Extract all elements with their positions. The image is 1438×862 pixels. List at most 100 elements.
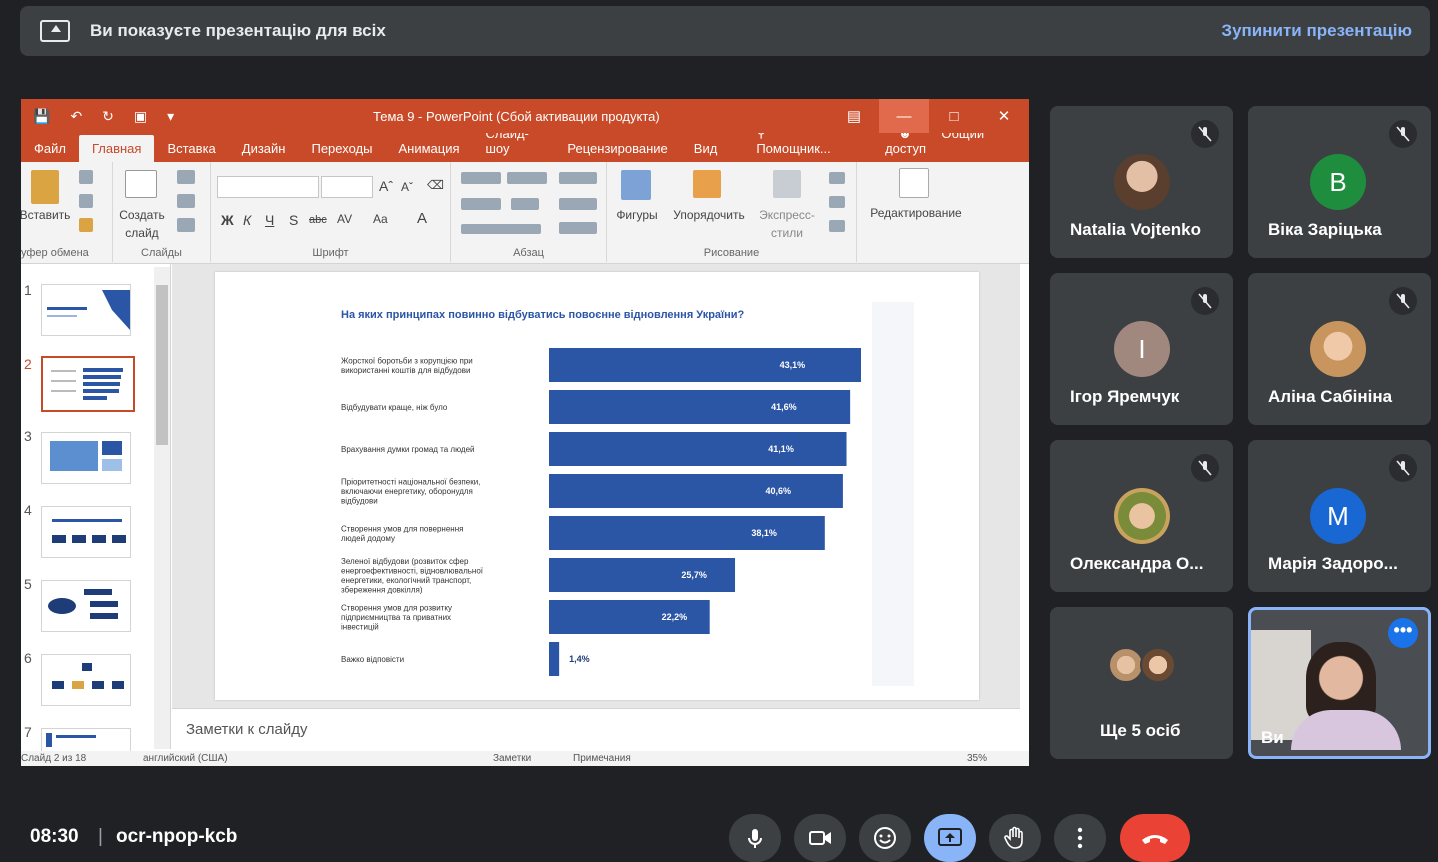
undo-icon[interactable]: ↶: [70, 108, 82, 125]
tab-transitions[interactable]: Переходы: [298, 141, 385, 162]
more-options-button[interactable]: [1054, 814, 1106, 862]
char-spacing-button[interactable]: AV: [337, 212, 352, 226]
bullets-icon[interactable]: [461, 172, 501, 184]
notes-pane[interactable]: Заметки к слайду: [172, 708, 1020, 748]
slideshow-icon[interactable]: ▣: [134, 108, 147, 125]
language-indicator[interactable]: английский (США): [143, 753, 228, 764]
format-painter-icon[interactable]: [79, 218, 93, 232]
present-now-button[interactable]: [924, 814, 976, 862]
shadow-button[interactable]: S: [289, 212, 298, 228]
quick-styles-icon[interactable]: [773, 170, 801, 198]
new-slide-button-line2[interactable]: слайд: [113, 226, 171, 240]
font-size-combo[interactable]: [321, 176, 373, 198]
notes-toggle[interactable]: Заметки: [493, 753, 531, 764]
tab-insert[interactable]: Вставка: [154, 141, 228, 162]
raise-hand-button[interactable]: [989, 814, 1041, 862]
participant-tile[interactable]: B Віка Заріцька: [1248, 106, 1431, 258]
bold-button[interactable]: Ж: [221, 212, 234, 228]
strikethrough-button[interactable]: abc: [309, 214, 327, 226]
quick-styles-button-line1[interactable]: Экспресс-: [755, 208, 819, 222]
maximize-button[interactable]: □: [929, 99, 979, 133]
arrange-icon[interactable]: [693, 170, 721, 198]
comments-toggle[interactable]: Примечания: [573, 753, 631, 764]
editing-button[interactable]: Редактирование: [857, 206, 975, 220]
slide-thumb-3[interactable]: [41, 432, 131, 484]
thumbnails-scroll-thumb[interactable]: [156, 285, 168, 445]
save-icon[interactable]: 💾: [33, 108, 50, 125]
slide-thumb-5[interactable]: [41, 580, 131, 632]
paste-icon[interactable]: [31, 170, 59, 204]
participant-avatar: [1310, 321, 1366, 377]
tab-review[interactable]: Рецензирование: [554, 141, 680, 162]
participant-tile[interactable]: M Марія Задоро...: [1248, 440, 1431, 592]
customize-qat-icon[interactable]: ▾: [167, 108, 174, 125]
line-spacing-icon[interactable]: [559, 172, 597, 184]
shapes-button[interactable]: Фигуры: [611, 208, 663, 222]
more-participants-tile[interactable]: Ще 5 осіб: [1050, 607, 1233, 759]
tab-home[interactable]: Главная: [78, 135, 155, 162]
ribbon-tabs: Файл Главная Вставка Дизайн Переходы Ани…: [21, 125, 1029, 162]
camera-button[interactable]: [794, 814, 846, 862]
slide-thumb-1[interactable]: [41, 284, 131, 336]
ribbon-display-options-icon[interactable]: ▤: [829, 99, 879, 133]
participant-name: Олександра О...: [1070, 554, 1204, 573]
redo-icon[interactable]: ↻: [102, 108, 114, 125]
tab-view[interactable]: Вид: [681, 141, 731, 162]
reset-icon[interactable]: [177, 194, 195, 208]
tab-design[interactable]: Дизайн: [229, 141, 299, 162]
find-magnifier-icon[interactable]: [899, 168, 929, 198]
slide-thumb-4[interactable]: [41, 506, 131, 558]
paste-button[interactable]: Вставить: [21, 208, 73, 222]
close-button[interactable]: ✕: [979, 99, 1029, 133]
grow-font-icon[interactable]: Aˆ: [379, 178, 393, 194]
new-slide-button-line1[interactable]: Создать: [113, 208, 171, 222]
zoom-level[interactable]: 35%: [967, 753, 987, 764]
chart-category-label: інвестицій: [341, 623, 379, 632]
align-icon[interactable]: [461, 224, 541, 234]
indent-icon[interactable]: [461, 198, 501, 210]
cut-icon[interactable]: [79, 170, 93, 184]
quick-styles-button-line2[interactable]: стили: [755, 226, 819, 240]
layout-icon[interactable]: [177, 170, 195, 184]
columns-icon[interactable]: [511, 198, 539, 210]
stop-presenting-button[interactable]: Зупинити презентацію: [1221, 21, 1412, 41]
shrink-font-icon[interactable]: Aˇ: [401, 180, 413, 194]
shapes-icon[interactable]: [621, 170, 651, 200]
tab-file[interactable]: Файл: [21, 141, 79, 162]
participant-tile[interactable]: Аліна Сабініна: [1248, 273, 1431, 425]
shape-outline-icon[interactable]: [829, 196, 845, 208]
slide-thumb-6[interactable]: [41, 654, 131, 706]
chart-category-label: Створення умов для розвитку: [341, 604, 452, 613]
participant-name: Марія Задоро...: [1268, 554, 1398, 573]
smartart-icon[interactable]: [559, 222, 597, 234]
underline-button[interactable]: Ч: [265, 212, 274, 228]
shape-effects-icon[interactable]: [829, 220, 845, 232]
thumbnails-scrollbar[interactable]: [154, 267, 170, 749]
more-options-icon[interactable]: •••: [1388, 618, 1418, 648]
participant-tile[interactable]: Олександра О...: [1050, 440, 1233, 592]
meeting-code[interactable]: ocr-npop-kcb: [116, 826, 237, 848]
font-name-combo[interactable]: [217, 176, 319, 198]
microphone-button[interactable]: [729, 814, 781, 862]
copy-icon[interactable]: [79, 194, 93, 208]
minimize-button[interactable]: —: [879, 99, 929, 133]
section-icon[interactable]: [177, 218, 195, 232]
font-color-button[interactable]: A: [417, 210, 427, 227]
arrange-button[interactable]: Упорядочить: [665, 208, 753, 222]
shape-fill-icon[interactable]: [829, 172, 845, 184]
numbering-icon[interactable]: [507, 172, 547, 184]
tab-animations[interactable]: Анимация: [385, 141, 472, 162]
self-view-tile[interactable]: ••• Ви: [1248, 607, 1431, 759]
text-direction-icon[interactable]: [559, 198, 597, 210]
participant-tile[interactable]: І Ігор Яремчук: [1050, 273, 1233, 425]
new-slide-icon[interactable]: [125, 170, 157, 198]
italic-button[interactable]: К: [243, 212, 251, 228]
leave-call-button[interactable]: [1120, 814, 1190, 862]
slide-thumb-7[interactable]: [41, 728, 131, 752]
clear-format-icon[interactable]: ⌫: [427, 178, 444, 192]
reactions-button[interactable]: [859, 814, 911, 862]
change-case-button[interactable]: Aa: [373, 212, 388, 226]
slide-thumb-2[interactable]: [41, 356, 135, 412]
participant-tile[interactable]: Natalia Vojtenko: [1050, 106, 1233, 258]
current-slide[interactable]: На яких принципах повинно відбуватись по…: [215, 272, 979, 700]
